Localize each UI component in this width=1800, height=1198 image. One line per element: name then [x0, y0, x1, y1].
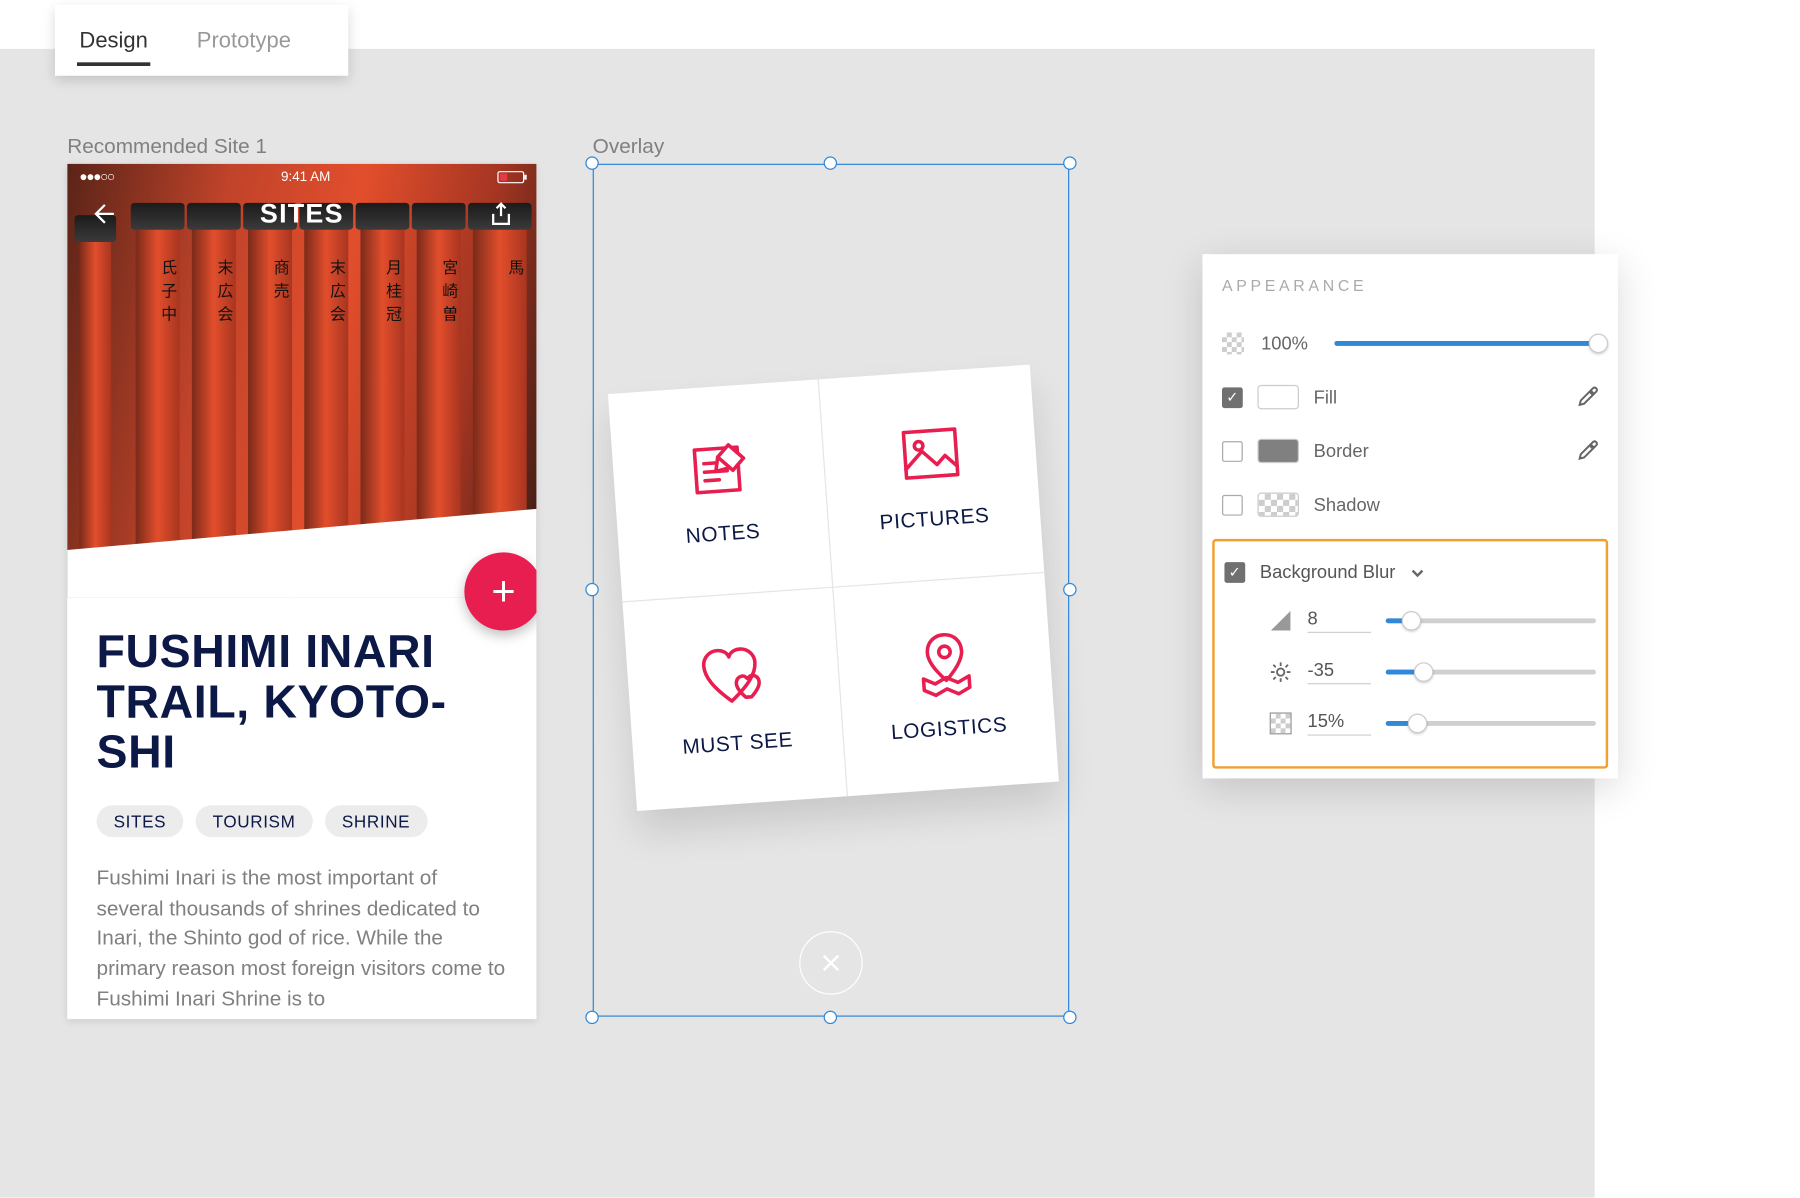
- blur-opacity-slider[interactable]: [1386, 721, 1596, 726]
- battery-icon: [497, 171, 524, 183]
- artboard-label-1[interactable]: Recommended Site 1: [67, 134, 267, 158]
- opacity-icon: [1222, 332, 1244, 354]
- signal-dots-icon: ●●●○○: [79, 170, 114, 185]
- shadow-checkbox[interactable]: [1222, 494, 1243, 515]
- tab-design[interactable]: Design: [55, 5, 172, 76]
- mode-tabs: Design Prototype: [55, 5, 348, 76]
- opacity-slider[interactable]: [1334, 341, 1598, 346]
- blur-brightness-row: -35: [1224, 646, 1595, 697]
- resize-handle[interactable]: [1063, 583, 1076, 596]
- shadow-row: Shadow: [1222, 478, 1598, 532]
- artboard-overlay[interactable]: NOTES PICTURES MUST SEE LOGISTICS: [593, 164, 1070, 1017]
- fill-swatch[interactable]: [1257, 385, 1299, 409]
- opacity-value[interactable]: 100%: [1261, 333, 1317, 354]
- back-arrow-icon: [89, 200, 116, 227]
- chip: SHRINE: [325, 805, 428, 837]
- panel-title: APPEARANCE: [1222, 276, 1598, 294]
- border-label: Border: [1314, 441, 1562, 462]
- opacity-row: 100%: [1222, 316, 1598, 370]
- blur-amount-slider[interactable]: [1386, 618, 1596, 623]
- resize-handle[interactable]: [1063, 156, 1076, 169]
- resize-handle[interactable]: [1063, 1011, 1076, 1024]
- tag-chips: SITES TOURISM SHRINE: [97, 805, 508, 837]
- selection-rectangle: [593, 164, 1070, 1017]
- phone-nav: SITES: [67, 198, 536, 230]
- chevron-down-icon: [1410, 565, 1425, 580]
- resize-handle[interactable]: [585, 1011, 598, 1024]
- brightness-icon: [1268, 660, 1292, 684]
- blur-amount-icon: [1268, 609, 1292, 633]
- fill-label: Fill: [1314, 387, 1562, 408]
- border-checkbox[interactable]: [1222, 441, 1243, 462]
- blur-opacity-value[interactable]: 15%: [1308, 711, 1372, 735]
- site-title: FUSHIMI INARI TRAIL, KYOTO-SHI: [97, 628, 508, 778]
- blur-amount-value[interactable]: 8: [1308, 609, 1372, 633]
- blur-opacity-icon: [1268, 711, 1292, 735]
- status-bar: ●●●○○ 9:41 AM: [67, 164, 536, 191]
- share-icon: [488, 200, 515, 227]
- background-blur-group: Background Blur 8 -35 15%: [1212, 539, 1608, 769]
- blur-amount-row: 8: [1224, 595, 1595, 646]
- resize-handle[interactable]: [585, 583, 598, 596]
- eyedropper-icon[interactable]: [1576, 440, 1598, 462]
- eyedropper-icon[interactable]: [1576, 386, 1598, 408]
- border-row: Border: [1222, 424, 1598, 478]
- artboard-recommended-site[interactable]: 氏子中 末広会 商売 末広会 月桂冠 宮崎曽 馬 ●●●○○ 9:41 AM S…: [67, 164, 536, 1019]
- tab-prototype[interactable]: Prototype: [172, 5, 315, 76]
- artboard-label-2[interactable]: Overlay: [593, 134, 665, 158]
- shadow-label: Shadow: [1314, 494, 1599, 515]
- nav-title: SITES: [260, 198, 344, 230]
- blur-opacity-row: 15%: [1224, 698, 1595, 749]
- phone-content: FUSHIMI INARI TRAIL, KYOTO-SHI SITES TOU…: [67, 616, 536, 1015]
- resize-handle[interactable]: [824, 1011, 837, 1024]
- resize-handle[interactable]: [824, 156, 837, 169]
- chip: SITES: [97, 805, 184, 837]
- fill-checkbox[interactable]: [1222, 387, 1243, 408]
- chip: TOURISM: [195, 805, 312, 837]
- bg-blur-checkbox[interactable]: [1224, 562, 1245, 583]
- inspector-panel: APPEARANCE 100% Fill Border Shadow: [1202, 254, 1617, 778]
- bg-blur-label: Background Blur: [1260, 562, 1396, 583]
- blur-brightness-slider[interactable]: [1386, 670, 1596, 675]
- resize-handle[interactable]: [585, 156, 598, 169]
- blur-brightness-value[interactable]: -35: [1308, 660, 1372, 684]
- bg-blur-header[interactable]: Background Blur: [1224, 549, 1595, 595]
- fill-row: Fill: [1222, 370, 1598, 424]
- shadow-swatch[interactable]: [1257, 492, 1299, 516]
- site-description: Fushimi Inari is the most important of s…: [97, 864, 508, 1015]
- border-swatch[interactable]: [1257, 439, 1299, 463]
- status-time: 9:41 AM: [281, 170, 330, 185]
